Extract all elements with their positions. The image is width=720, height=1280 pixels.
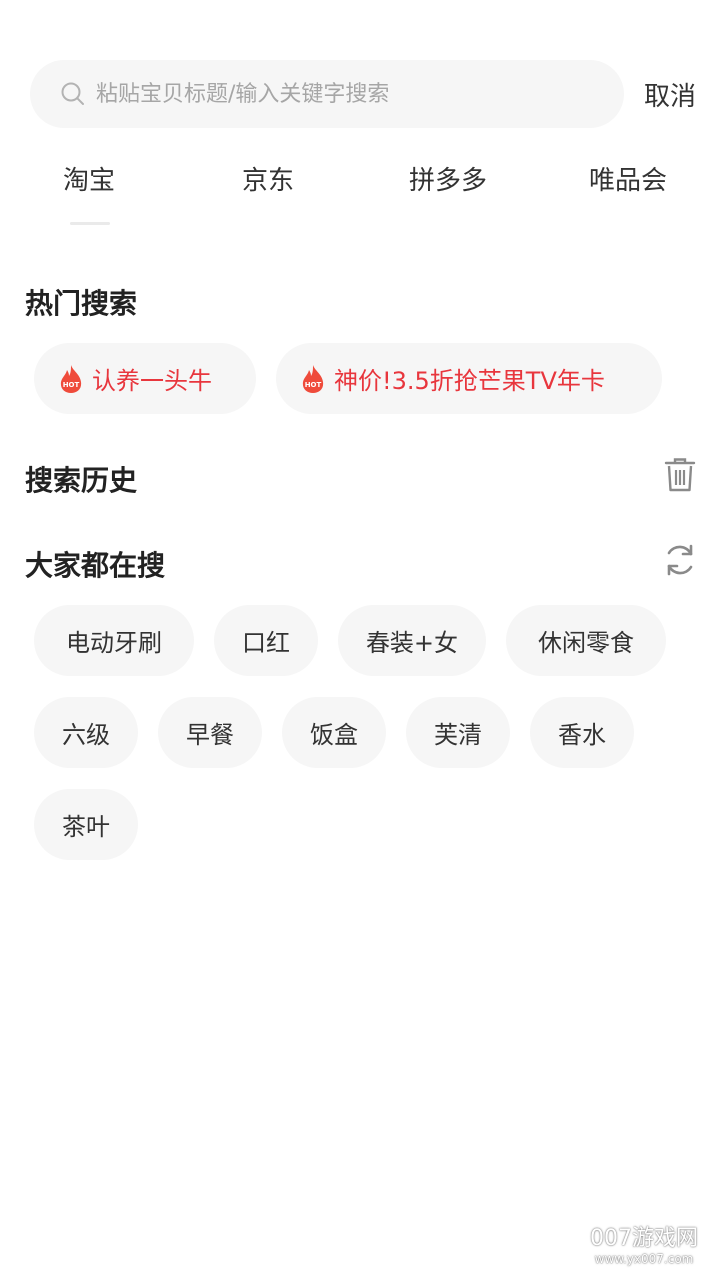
popular-search-chip[interactable]: 芙清 [406,697,510,768]
search-icon [61,82,84,105]
popular-search-chip[interactable]: 休闲零食 [506,605,666,676]
watermark-url: www.yx007.com [594,1252,694,1266]
popular-search-chip[interactable]: 春装+女 [338,605,486,676]
platform-tabs: 淘宝 京东 拼多多 唯品会 [0,160,720,230]
popular-search-chip[interactable]: 早餐 [158,697,262,768]
refresh-icon[interactable] [662,542,698,578]
tab-vipshop[interactable]: 唯品会 [589,160,667,197]
search-input[interactable] [96,81,596,107]
tab-pinduoduo[interactable]: 拼多多 [409,160,487,197]
hot-fire-icon: HOT [60,364,82,393]
svg-text:HOT: HOT [305,381,322,389]
popular-search-title: 大家都在搜 [25,549,166,582]
search-bar[interactable] [30,60,624,128]
hot-fire-icon: HOT [302,364,324,393]
search-page: 取消 淘宝 京东 拼多多 唯品会 热门搜索 HOT 认养一头牛 HOT 神价!3… [0,0,720,1280]
cancel-button[interactable]: 取消 [644,76,696,113]
hot-search-item[interactable]: HOT 神价!3.5折抢芒果TV年卡 [276,343,662,414]
hot-search-label: 神价!3.5折抢芒果TV年卡 [334,367,605,395]
trash-icon[interactable] [664,457,696,493]
tab-taobao[interactable]: 淘宝 [63,160,115,197]
search-history-title: 搜索历史 [25,464,138,497]
hot-search-title: 热门搜索 [25,287,138,320]
popular-search-chip[interactable]: 口红 [214,605,318,676]
popular-search-chip[interactable]: 香水 [530,697,634,768]
watermark: 007游戏网 www.yx007.com [590,1226,698,1266]
svg-text:HOT: HOT [63,381,80,389]
tab-jd[interactable]: 京东 [242,160,294,197]
popular-search-chip[interactable]: 电动牙刷 [34,605,194,676]
popular-search-chip[interactable]: 六级 [34,697,138,768]
popular-search-chip[interactable]: 茶叶 [34,789,138,860]
active-tab-indicator [70,222,110,225]
popular-search-chip[interactable]: 饭盒 [282,697,386,768]
hot-search-label: 认养一头牛 [92,367,212,395]
watermark-text: 007游戏网 [590,1226,698,1251]
hot-search-item[interactable]: HOT 认养一头牛 [34,343,256,414]
